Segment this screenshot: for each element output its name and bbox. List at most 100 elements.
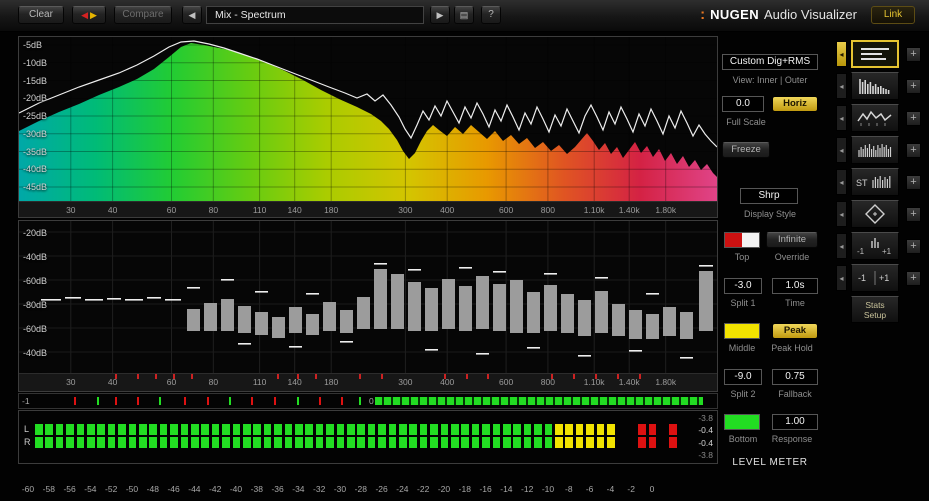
preset-slot-arrow[interactable]: ◂ (836, 73, 847, 99)
nugen-visualizer-window: Clear ◀ ▶ Compare ◀ Mix - Spectrum ▶ ▤ ?… (0, 0, 929, 501)
meter-segment (607, 437, 615, 448)
meter-segment (357, 437, 365, 448)
view-preset-column: Stats Setup ◂ + ◂ + ◂ + ◂ + ◂ ST + ◂ + ◂ -1 +1 + ◂ -1 +1 + (836, 36, 928, 482)
preset-add-button[interactable]: + (906, 111, 921, 126)
meter-segment (565, 424, 573, 435)
comb-preset-tile[interactable] (851, 136, 899, 164)
next-preset-button[interactable]: ▶ (430, 6, 450, 24)
correlation-preset-tile[interactable]: -1 +1 (851, 264, 899, 292)
split1-label: Split 1 (730, 298, 756, 308)
freq-tick-label: 60 (166, 205, 177, 215)
meter-segment (159, 437, 168, 448)
infinite-button[interactable]: Infinite (766, 232, 818, 248)
spectrum-bars-preset-tile[interactable] (851, 72, 899, 100)
wave-preset-tile[interactable] (851, 104, 899, 132)
preset-slot-arrow[interactable]: ◂ (836, 137, 847, 163)
histogram-display[interactable]: -20dB-40dB-60dB-80dB-60dB-40dB-20dB 3040… (18, 220, 718, 392)
meter-segment (76, 424, 85, 435)
meter-readout: -3.8 (698, 413, 713, 423)
preset-slot-arrow[interactable]: ◂ (836, 201, 847, 227)
clip-indicator (191, 374, 193, 379)
preset-add-button[interactable]: + (906, 271, 921, 286)
meter-segment (35, 437, 43, 448)
meter-segment (149, 437, 157, 448)
response-value[interactable]: 1.00 (772, 414, 818, 430)
split2-value[interactable]: -9.0 (724, 369, 762, 385)
meter-mode-select[interactable]: Custom Dig+RMS (722, 54, 818, 70)
meter-segment (575, 437, 584, 448)
preset-slot-arrow[interactable]: ◂ (836, 41, 847, 67)
meter-segment (170, 437, 178, 448)
clip-indicator (444, 374, 446, 379)
top-color-swatch[interactable] (724, 232, 760, 248)
fallback-value[interactable]: 0.75 (772, 369, 818, 385)
preset-slot-arrow[interactable]: ◂ (836, 169, 847, 195)
correlation-tick (207, 397, 209, 405)
meter-segment (586, 424, 594, 435)
clip-indicator (297, 374, 299, 379)
preset-add-button[interactable]: + (906, 143, 921, 158)
time-value[interactable]: 1.0s (772, 278, 818, 294)
clip-indicator (315, 374, 317, 379)
freeze-button[interactable]: Freeze (722, 142, 770, 158)
meter-segment (534, 437, 542, 448)
peak-button[interactable]: Peak (772, 323, 818, 339)
hlines-preset-tile[interactable] (851, 40, 899, 68)
meter-segment (347, 437, 355, 448)
preset-slot-arrow[interactable]: ◂ (836, 233, 847, 259)
link-button[interactable]: Link (871, 6, 915, 24)
spectrum-display[interactable]: -5dB -10dB -15dB -20dB -25dB -30dB -35dB -40dB -… (18, 36, 718, 218)
preset-list-button[interactable]: ▤ (454, 6, 474, 24)
db-tick-label: -60dB (23, 276, 48, 286)
preset-add-button[interactable]: + (906, 175, 921, 190)
db-tick-label: -20dB (23, 228, 48, 238)
freq-tick-label: 60 (166, 377, 177, 387)
meter-segment (243, 437, 251, 448)
freq-tick-label: 80 (208, 205, 219, 215)
freq-tick-label: 110 (252, 205, 267, 215)
preset-name-field[interactable]: Mix - Spectrum (206, 6, 424, 24)
meter-segment (274, 437, 282, 448)
ab-compare-toggle[interactable]: ◀ ▶ (72, 6, 106, 24)
meter-segment (544, 424, 553, 435)
preset-slot-arrow[interactable]: ◂ (836, 265, 847, 291)
hlines-icon (861, 48, 889, 60)
clear-button[interactable]: Clear (18, 6, 64, 24)
meter-segment (669, 424, 677, 435)
preset-slot-arrow[interactable]: ◂ (836, 105, 847, 131)
correlation-tick (274, 397, 276, 405)
vectorscope-diamond-preset-tile[interactable] (851, 200, 899, 228)
stats-setup-button[interactable]: Stats Setup (851, 296, 899, 323)
meter-segment (191, 437, 199, 448)
swatch-white-half (742, 233, 759, 247)
full-scale-value[interactable]: 0.0 (722, 96, 764, 112)
correlation-meter[interactable]: -1 0 (18, 393, 718, 409)
middle-color-swatch[interactable] (724, 323, 760, 339)
preset-add-button[interactable]: + (906, 207, 921, 222)
meter-segment (492, 437, 501, 448)
meter-segment (534, 424, 542, 435)
previous-preset-button[interactable]: ◀ (182, 6, 202, 24)
preset-add-button[interactable]: + (906, 79, 921, 94)
clip-indicator (617, 374, 619, 379)
left-arrow-icon: ◀ (188, 10, 196, 20)
meter-segment (222, 437, 230, 448)
histogram-plot (19, 221, 717, 377)
display-style-select[interactable]: Shrp (740, 188, 798, 204)
swatch-red-half (725, 233, 742, 247)
meter-segment (638, 424, 646, 435)
correlation-hist-preset-tile[interactable]: -1 +1 (851, 232, 899, 260)
view-mode-label[interactable]: View: Inner | Outer (722, 75, 818, 85)
freq-tick-label: 400 (440, 377, 455, 387)
compare-button[interactable]: Compare (114, 6, 172, 24)
bottom-color-swatch[interactable] (724, 414, 760, 430)
preset-add-button[interactable]: + (906, 239, 921, 254)
clip-indicator (466, 374, 468, 379)
help-button[interactable]: ? (481, 6, 501, 24)
preset-add-button[interactable]: + (906, 47, 921, 62)
split1-value[interactable]: -3.0 (724, 278, 762, 294)
st-comb-preset-tile[interactable]: ST (851, 168, 899, 196)
level-meter-display[interactable]: LR -3.8 -0.4 -0.4 -3.8 (18, 410, 718, 464)
clip-indicator (115, 374, 117, 379)
horiz-button[interactable]: Horiz (772, 96, 818, 112)
